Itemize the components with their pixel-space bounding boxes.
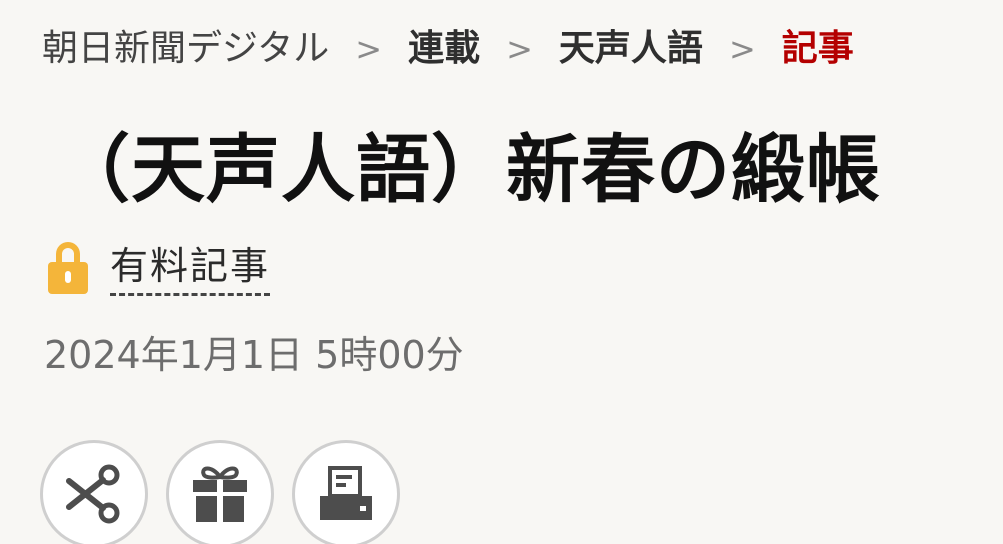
- breadcrumb-column-link[interactable]: 天声人語: [559, 22, 703, 76]
- paid-article-badge: 有料記事: [48, 240, 271, 296]
- lock-icon: [48, 240, 88, 296]
- scissors-icon: [66, 464, 120, 524]
- breadcrumb: 朝日新聞デジタル > 連載 > 天声人語 > 記事: [42, 22, 854, 76]
- breadcrumb-separator: >: [355, 30, 383, 68]
- article-header: 朝日新聞デジタル > 連載 > 天声人語 > 記事 （天声人語）新春の緞帳 有料…: [0, 0, 1003, 544]
- paid-article-label[interactable]: 有料記事: [110, 241, 271, 296]
- article-actions: [40, 440, 418, 544]
- gift-button[interactable]: [166, 440, 274, 544]
- breadcrumb-separator: >: [506, 30, 533, 68]
- breadcrumb-home-link[interactable]: 朝日新聞デジタル: [42, 22, 329, 76]
- breadcrumb-separator: >: [728, 30, 756, 68]
- publish-date: 2024年1月1日 5時00分: [44, 333, 464, 377]
- breadcrumb-current: 記事: [781, 28, 854, 69]
- gift-icon: [193, 466, 247, 522]
- article-title: （天声人語）新春の緞帳: [56, 127, 881, 213]
- print-button[interactable]: [292, 440, 400, 544]
- breadcrumb-series-link[interactable]: 連載: [408, 22, 480, 76]
- printer-icon: [320, 466, 372, 520]
- clip-button[interactable]: [40, 440, 148, 544]
